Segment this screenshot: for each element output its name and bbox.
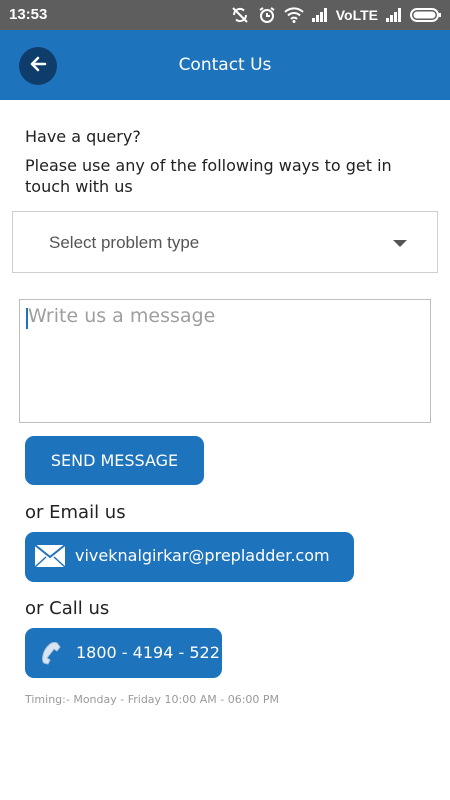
alarm-icon: [258, 6, 276, 24]
query-heading: Have a query?: [25, 127, 141, 146]
network-label: VoLTE: [335, 7, 378, 23]
page-title: Contact Us: [178, 55, 272, 75]
no-sync-icon: [230, 6, 250, 24]
call-heading: or Call us: [25, 598, 110, 619]
instruction-text: Please use any of the following ways to …: [25, 156, 392, 196]
signal-icon: [311, 8, 328, 22]
dropdown-arrow-icon: [393, 240, 407, 247]
status-time: 13:53: [9, 6, 48, 23]
envelope-icon: [34, 544, 66, 572]
email-address: viveknalgirkar@prepladder.com: [75, 546, 330, 565]
status-icons: VoLTE: [230, 4, 442, 26]
phone-icon: [37, 640, 63, 670]
status-bar: 13:53 VoLTE: [0, 0, 450, 30]
email-button[interactable]: viveknalgirkar@prepladder.com: [25, 532, 354, 582]
email-heading: or Email us: [25, 502, 126, 523]
phone-number: 1800 - 4194 - 522: [76, 643, 220, 662]
battery-icon: [410, 8, 442, 22]
signal-icon: [386, 8, 402, 22]
app-bar: Contact Us: [0, 30, 450, 100]
wifi-icon: [284, 7, 304, 23]
send-message-button[interactable]: SEND MESSAGE: [25, 436, 204, 485]
message-textarea[interactable]: Write us a message: [19, 299, 431, 423]
call-button[interactable]: 1800 - 4194 - 522: [25, 628, 222, 678]
problem-type-selected-value: Select problem type: [49, 233, 200, 252]
problem-type-select[interactable]: Select problem type: [12, 211, 438, 273]
message-placeholder: Write us a message: [28, 305, 216, 327]
timing-text: Timing:- Monday - Friday 10:00 AM - 06:0…: [25, 693, 280, 706]
